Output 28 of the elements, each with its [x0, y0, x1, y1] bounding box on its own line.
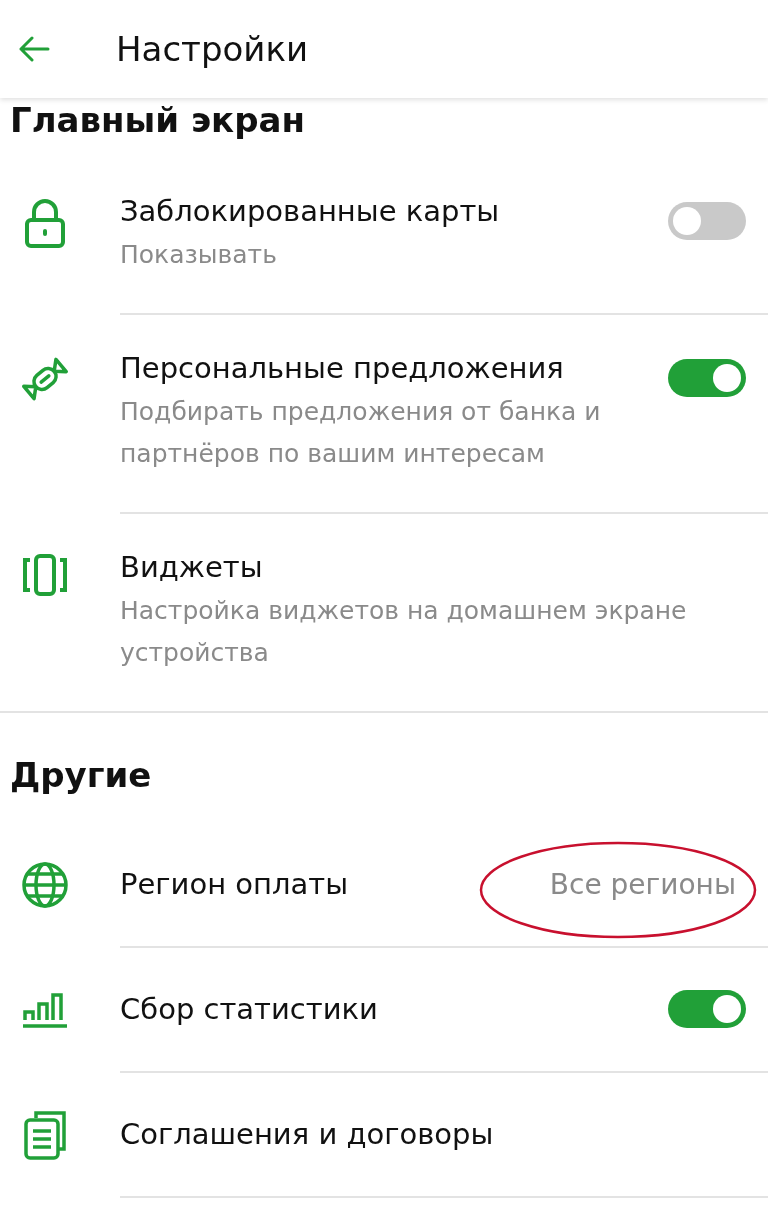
back-arrow-icon[interactable] — [18, 36, 50, 62]
setting-title: Сбор статистики — [120, 992, 379, 1026]
setting-title: Соглашения и договоры — [120, 1117, 495, 1151]
setting-title: Заблокированные карты — [120, 194, 501, 228]
toggle-switch[interactable] — [668, 990, 746, 1028]
settings-row[interactable]: Соглашения и договоры — [0, 1072, 768, 1198]
screen-title: Настройки — [116, 29, 308, 69]
setting-title: Виджеты — [120, 549, 264, 584]
settings-row[interactable]: Сбор статистики — [0, 947, 768, 1073]
documents-icon — [22, 1110, 68, 1160]
settings-row[interactable]: Виджеты Настройка виджетов на домашнем экране устройства — [0, 513, 768, 711]
toggle-switch[interactable] — [668, 358, 746, 397]
settings-row[interactable]: Заблокированные карты Показывать — [0, 158, 768, 315]
setting-title: Регион оплаты — [120, 867, 350, 901]
globe-icon — [21, 861, 69, 909]
settings-row[interactable]: Персональные предложения Подбирать предложения от банка и партнёров по вашим интересам — [0, 314, 768, 514]
setting-description: Показывать — [120, 239, 278, 271]
toggle-switch[interactable] — [668, 202, 746, 240]
setting-value: Все регионы — [549, 867, 736, 901]
setting-title: Персональные предложения — [120, 350, 565, 385]
setting-description: Настройка виджетов на домашнем экране устройства — [120, 594, 688, 669]
settings-row[interactable]: Регион оплаты Все регионы — [0, 822, 768, 948]
setting-description: Подбирать предложения от банка и партнёров по вашим интересам — [120, 395, 602, 470]
phone-widget-icon — [22, 553, 68, 596]
lock-icon — [24, 198, 66, 248]
section-title: Другие — [9, 753, 153, 797]
bar-chart-icon — [20, 992, 70, 1028]
section-title: Главный экран — [9, 99, 306, 142]
